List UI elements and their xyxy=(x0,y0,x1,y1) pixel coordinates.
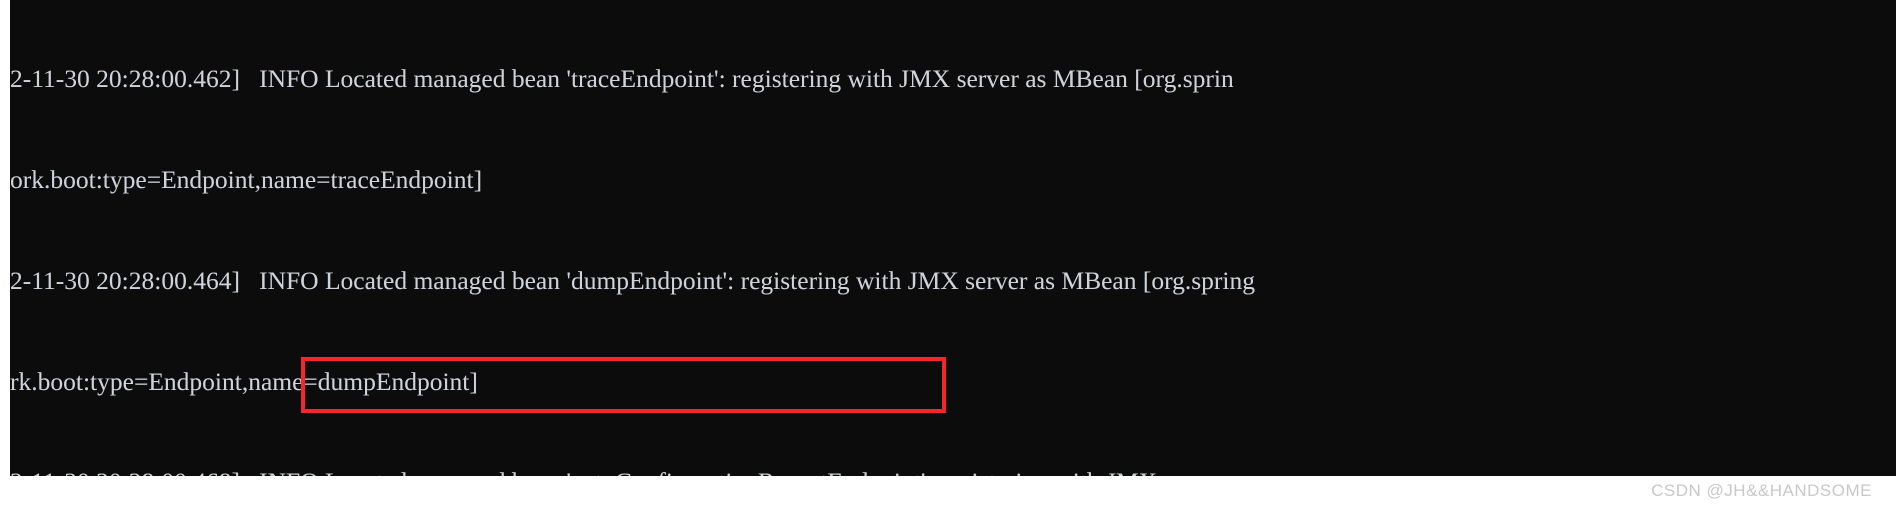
log-line: 2-11-30 20:28:00.462] INFO Located manag… xyxy=(10,64,1234,94)
log-line: 2-11-30 20:28:00.464] INFO Located manag… xyxy=(10,265,1255,295)
log-line: ork.boot:type=Endpoint,name=traceEndpoin… xyxy=(10,164,483,194)
csdn-watermark: CSDN @JH&&HANDSOME xyxy=(1651,481,1872,500)
log-line: 2-11-30 20:28:00.468] INFO Located manag… xyxy=(10,465,1896,476)
terminal-console-window[interactable]: 2-11-30 20:28:00.462] INFO Located manag… xyxy=(10,0,1896,476)
console-log-output: 2-11-30 20:28:00.462] INFO Located manag… xyxy=(10,0,1896,476)
log-line: rk.boot:type=Endpoint,name=dumpEndpoint] xyxy=(10,366,478,396)
